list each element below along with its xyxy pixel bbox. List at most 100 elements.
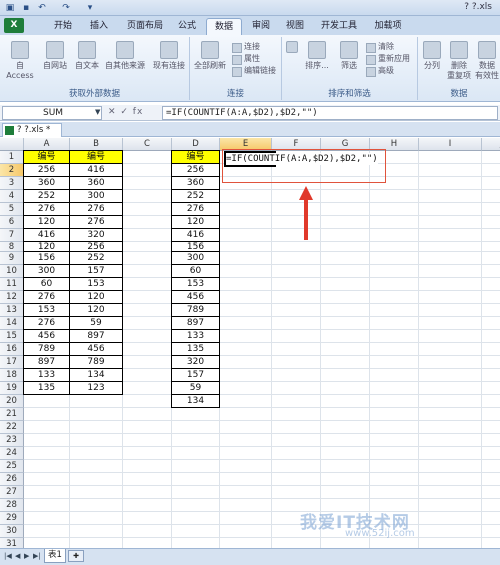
filter-button[interactable]: 筛选: [336, 41, 362, 71]
cell-b2[interactable]: 416: [69, 163, 123, 177]
undo-icon[interactable]: ↶: [36, 2, 48, 14]
formula-input[interactable]: =IF(COUNTIF(A:A,$D2),$D2,""): [162, 106, 498, 120]
row-header-15[interactable]: 15: [0, 330, 24, 343]
cell-b16[interactable]: 456: [69, 342, 123, 356]
cell-b15[interactable]: 897: [69, 329, 123, 343]
row-header-20[interactable]: 20: [0, 395, 24, 408]
clear-button[interactable]: 清除: [366, 41, 394, 53]
tab-developer[interactable]: 开发工具: [314, 18, 364, 35]
cell-d5[interactable]: 276: [171, 202, 220, 216]
save-icon[interactable]: ▪: [20, 2, 32, 14]
formula-icons[interactable]: ✕ ✓ fx: [108, 106, 143, 120]
cell-a19[interactable]: 135: [23, 381, 70, 395]
cell-b4[interactable]: 300: [69, 189, 123, 203]
cell-b13[interactable]: 120: [69, 303, 123, 317]
cell-a11[interactable]: 60: [23, 277, 70, 291]
cell-d12[interactable]: 456: [171, 290, 220, 304]
cell-a15[interactable]: 456: [23, 329, 70, 343]
cell-a5[interactable]: 276: [23, 202, 70, 216]
cell-a16[interactable]: 789: [23, 342, 70, 356]
header-cell-d[interactable]: 编号: [171, 150, 220, 164]
cell-d18[interactable]: 157: [171, 368, 220, 382]
cell-d20[interactable]: 134: [171, 394, 220, 408]
select-all-corner[interactable]: [0, 138, 24, 151]
tab-insert[interactable]: 插入: [84, 18, 114, 35]
remove-duplicates-button[interactable]: 删除 重复项: [446, 41, 472, 81]
from-other-sources-button[interactable]: 自其他来源: [104, 41, 146, 71]
cell-a7[interactable]: 416: [23, 228, 70, 242]
tab-formulas[interactable]: 公式: [172, 18, 202, 35]
cell-d7[interactable]: 416: [171, 228, 220, 242]
row-header-13[interactable]: 13: [0, 304, 24, 317]
header-cell-a[interactable]: 编号: [23, 150, 70, 164]
row-header-17[interactable]: 17: [0, 356, 24, 369]
sort-asc-icon[interactable]: [284, 41, 300, 55]
connections-button[interactable]: 连接: [232, 41, 260, 53]
row-header-5[interactable]: 5: [0, 203, 24, 216]
cell-a9[interactable]: 156: [23, 251, 70, 265]
tab-home[interactable]: 开始: [48, 18, 78, 35]
cell-b5[interactable]: 276: [69, 202, 123, 216]
cell-b11[interactable]: 153: [69, 277, 123, 291]
cell-d10[interactable]: 60: [171, 264, 220, 278]
spreadsheet-grid[interactable]: ABCDEFGHIJ123456789101112131415161718192…: [0, 138, 500, 548]
cell-a13[interactable]: 153: [23, 303, 70, 317]
tab-page-layout[interactable]: 页面布局: [120, 18, 170, 35]
from-access-button[interactable]: 自 Access: [2, 41, 38, 81]
office-button[interactable]: X: [4, 18, 24, 33]
cell-a6[interactable]: 120: [23, 215, 70, 229]
cell-d16[interactable]: 135: [171, 342, 220, 356]
cell-d13[interactable]: 789: [171, 303, 220, 317]
data-validation-button[interactable]: 数据 有效性: [474, 41, 500, 81]
cell-a12[interactable]: 276: [23, 290, 70, 304]
cell-b12[interactable]: 120: [69, 290, 123, 304]
cell-b7[interactable]: 320: [69, 228, 123, 242]
cell-b3[interactable]: 360: [69, 176, 123, 190]
row-header-19[interactable]: 19: [0, 382, 24, 395]
text-to-columns-button[interactable]: 分列: [420, 41, 444, 71]
row-header-29[interactable]: 29: [0, 512, 24, 525]
cell-b9[interactable]: 252: [69, 251, 123, 265]
row-header-27[interactable]: 27: [0, 486, 24, 499]
cell-a10[interactable]: 300: [23, 264, 70, 278]
last-sheet-icon[interactable]: ▶|: [33, 552, 41, 560]
redo-icon[interactable]: ↷: [60, 2, 72, 14]
document-tab[interactable]: ? ?.xls *: [2, 123, 62, 137]
row-header-6[interactable]: 6: [0, 216, 24, 229]
cell-b14[interactable]: 59: [69, 316, 123, 330]
column-header-i[interactable]: I: [419, 138, 482, 151]
tab-view[interactable]: 视图: [280, 18, 310, 35]
row-header-23[interactable]: 23: [0, 434, 24, 447]
row-header-14[interactable]: 14: [0, 317, 24, 330]
cell-d4[interactable]: 252: [171, 189, 220, 203]
cell-a4[interactable]: 252: [23, 189, 70, 203]
row-header-24[interactable]: 24: [0, 447, 24, 460]
next-sheet-icon[interactable]: ▶: [24, 552, 29, 560]
cell-b19[interactable]: 123: [69, 381, 123, 395]
row-header-3[interactable]: 3: [0, 177, 24, 190]
row-header-21[interactable]: 21: [0, 408, 24, 421]
first-sheet-icon[interactable]: |◀: [4, 552, 12, 560]
reapply-button[interactable]: 重新应用: [366, 53, 410, 65]
sort-button[interactable]: 排序...: [302, 41, 332, 71]
customize-qat-icon[interactable]: ▾: [84, 2, 96, 14]
row-header-18[interactable]: 18: [0, 369, 24, 382]
cell-b18[interactable]: 134: [69, 368, 123, 382]
from-web-button[interactable]: 自网站: [40, 41, 70, 71]
cell-d17[interactable]: 320: [171, 355, 220, 369]
properties-button[interactable]: 属性: [232, 53, 260, 65]
tab-addins[interactable]: 加载项: [368, 18, 408, 35]
row-header-9[interactable]: 9: [0, 252, 24, 265]
row-header-11[interactable]: 11: [0, 278, 24, 291]
row-header-16[interactable]: 16: [0, 343, 24, 356]
row-header-8[interactable]: 8: [0, 242, 24, 252]
row-header-10[interactable]: 10: [0, 265, 24, 278]
row-header-2[interactable]: 2: [0, 164, 24, 177]
row-header-30[interactable]: 30: [0, 525, 24, 538]
cell-b10[interactable]: 157: [69, 264, 123, 278]
cell-a18[interactable]: 133: [23, 368, 70, 382]
from-text-button[interactable]: 自文本: [72, 41, 102, 71]
sheet-tab-1[interactable]: 表1: [44, 549, 66, 563]
row-header-28[interactable]: 28: [0, 499, 24, 512]
cell-a17[interactable]: 897: [23, 355, 70, 369]
